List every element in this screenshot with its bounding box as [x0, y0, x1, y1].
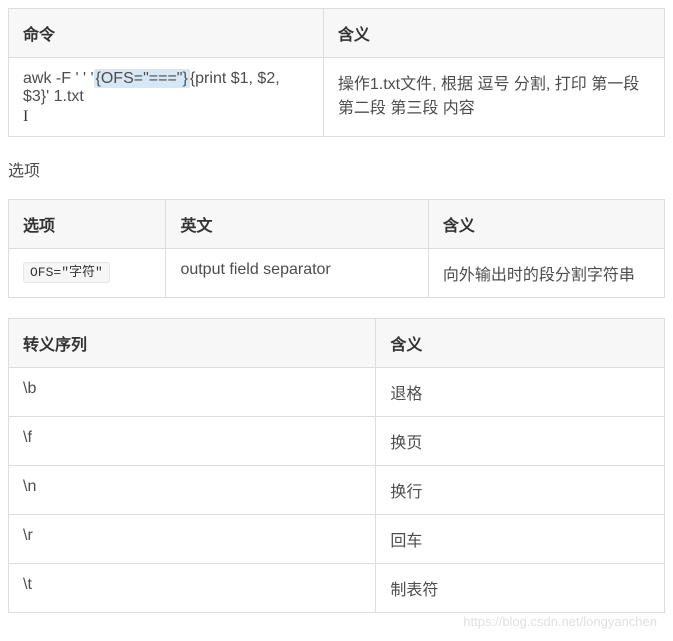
table3-header-0: 转义序列 [9, 319, 376, 368]
table1-header-1: 含义 [323, 9, 664, 58]
table-row: \r 回车 [9, 515, 665, 564]
escape-seq-cell: \f [9, 417, 376, 466]
option-cell: OFS="字符" [9, 249, 166, 298]
escape-meaning-cell: 制表符 [376, 564, 665, 613]
table-row: \n 换行 [9, 466, 665, 515]
command-table: 命令 含义 awk -F ' ' '{OFS="==="}{print $1, … [8, 8, 665, 137]
command-cell: awk -F ' ' '{OFS="==="}{print $1, $2, $3… [9, 58, 324, 137]
table3-header-1: 含义 [376, 319, 665, 368]
table1-header-0: 命令 [9, 9, 324, 58]
table-row: awk -F ' ' '{OFS="==="}{print $1, $2, $3… [9, 58, 665, 137]
table-row: \t 制表符 [9, 564, 665, 613]
escape-seq-cell: \r [9, 515, 376, 564]
escape-meaning-cell: 回车 [376, 515, 665, 564]
table-row: OFS="字符" output field separator 向外输出时的段分… [9, 249, 665, 298]
cmd-prefix: awk -F ' ' ' [23, 70, 94, 87]
escape-meaning-cell: 退格 [376, 368, 665, 417]
option-meaning-cell: 向外输出时的段分割字符串 [428, 249, 664, 298]
options-table: 选项 英文 含义 OFS="字符" output field separator… [8, 199, 665, 298]
table2-header-1: 英文 [166, 200, 428, 249]
option-code: OFS="字符" [23, 262, 110, 283]
watermark: https://blog.csdn.net/longyanchen [463, 614, 657, 629]
escape-seq-cell: \n [9, 466, 376, 515]
table2-header-0: 选项 [9, 200, 166, 249]
escape-seq-cell: \t [9, 564, 376, 613]
text-cursor-icon: I [23, 108, 28, 126]
options-section-title: 选项 [8, 157, 665, 181]
table-row: \f 换页 [9, 417, 665, 466]
english-cell: output field separator [166, 249, 428, 298]
table-row: \b 退格 [9, 368, 665, 417]
cmd-highlight: {OFS="==="} [94, 69, 190, 88]
escape-meaning-cell: 换行 [376, 466, 665, 515]
escape-sequence-table: 转义序列 含义 \b 退格 \f 换页 \n 换行 \r 回车 \t 制表符 [8, 318, 665, 613]
meaning-cell: 操作1.txt文件, 根据 逗号 分割, 打印 第一段 第二段 第三段 内容 [323, 58, 664, 137]
escape-seq-cell: \b [9, 368, 376, 417]
table2-header-2: 含义 [428, 200, 664, 249]
escape-meaning-cell: 换页 [376, 417, 665, 466]
